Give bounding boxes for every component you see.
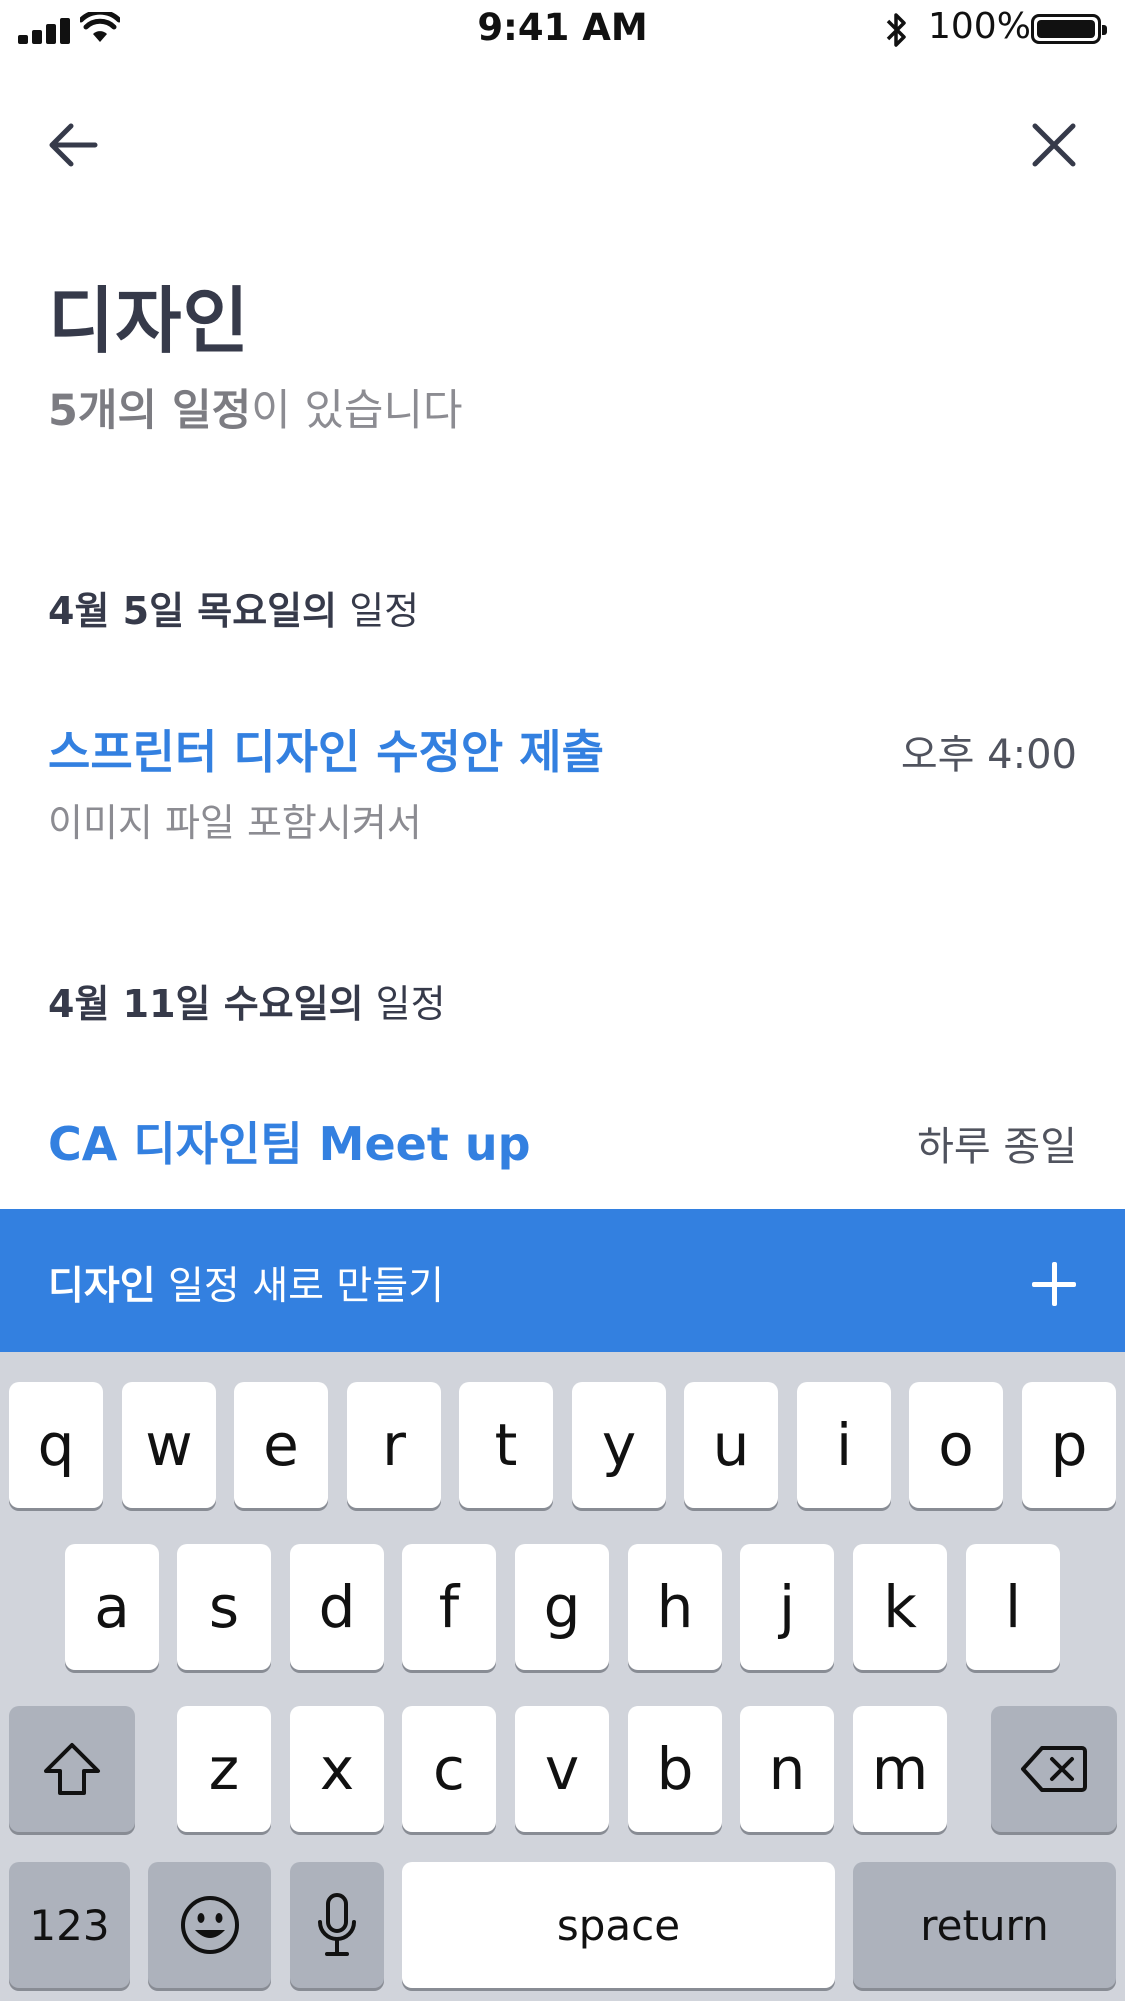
key-b[interactable]: b — [628, 1706, 722, 1832]
microphone-icon — [318, 1893, 356, 1956]
bluetooth-icon — [886, 13, 906, 47]
key-d[interactable]: d — [290, 1544, 384, 1670]
emoji-icon — [180, 1896, 239, 1954]
emoji-key[interactable] — [148, 1862, 271, 1988]
date-heading: 4월 5일 목요일의 일정 — [48, 580, 419, 635]
key-p[interactable]: p — [1022, 1382, 1116, 1508]
return-key[interactable]: return — [853, 1862, 1116, 1988]
close-icon — [1032, 123, 1076, 167]
key-c[interactable]: c — [402, 1706, 496, 1832]
key-h[interactable]: h — [628, 1544, 722, 1670]
event-title[interactable]: 스프린터 디자인 수정안 제출 — [48, 716, 604, 782]
date-heading-date: 4월 5일 목요일의 — [48, 589, 338, 633]
date-heading: 4월 11일 수요일의 일정 — [48, 973, 446, 1028]
key-k[interactable]: k — [853, 1544, 947, 1670]
space-key[interactable]: space — [402, 1862, 835, 1988]
create-event-label: 디자인 일정 새로 만들기 — [48, 1255, 444, 1311]
event-time: 오후 4:00 — [900, 732, 1077, 778]
close-button[interactable] — [1019, 110, 1089, 180]
event-count-subtitle: 5개의 일정이 있습니다 — [48, 376, 463, 438]
key-x[interactable]: x — [290, 1706, 384, 1832]
event-count: 5개의 일정 — [48, 386, 252, 436]
numbers-key[interactable]: 123 — [9, 1862, 130, 1988]
key-i[interactable]: i — [797, 1382, 891, 1508]
key-e[interactable]: e — [234, 1382, 328, 1508]
key-l[interactable]: l — [966, 1544, 1060, 1670]
shift-icon — [44, 1743, 100, 1795]
plus-icon[interactable] — [1032, 1262, 1076, 1306]
key-q[interactable]: q — [9, 1382, 103, 1508]
back-button[interactable] — [38, 110, 108, 180]
backspace-icon — [1021, 1746, 1087, 1792]
create-event-text: 일정 새로 만들기 — [155, 1264, 444, 1309]
battery-icon — [1031, 14, 1107, 44]
key-f[interactable]: f — [402, 1544, 496, 1670]
arrow-left-icon — [49, 123, 98, 167]
date-heading-suffix: 일정 — [337, 589, 420, 633]
page-title: 디자인 — [48, 279, 250, 363]
key-m[interactable]: m — [853, 1706, 947, 1832]
event-time: 하루 종일 — [917, 1124, 1077, 1170]
key-w[interactable]: w — [122, 1382, 216, 1508]
date-heading-date: 4월 11일 수요일의 — [48, 982, 364, 1026]
key-a[interactable]: a — [65, 1544, 159, 1670]
key-s[interactable]: s — [177, 1544, 271, 1670]
event-note: 이미지 파일 포함시켜서 — [48, 801, 422, 845]
date-heading-suffix: 일정 — [363, 982, 446, 1026]
key-o[interactable]: o — [909, 1382, 1003, 1508]
key-g[interactable]: g — [515, 1544, 609, 1670]
key-v[interactable]: v — [515, 1706, 609, 1832]
battery-percentage: 100% — [928, 6, 1031, 47]
key-u[interactable]: u — [684, 1382, 778, 1508]
event-title[interactable]: CA 디자인팀 Meet up — [48, 1108, 531, 1174]
key-n[interactable]: n — [740, 1706, 834, 1832]
key-z[interactable]: z — [177, 1706, 271, 1832]
key-y[interactable]: y — [572, 1382, 666, 1508]
key-t[interactable]: t — [459, 1382, 553, 1508]
status-bar: 9:41 AM 100% — [0, 0, 1125, 62]
backspace-key[interactable] — [991, 1706, 1117, 1832]
key-j[interactable]: j — [740, 1544, 834, 1670]
create-event-bar[interactable]: 디자인 일정 새로 만들기 — [0, 1209, 1125, 1352]
dictation-key[interactable] — [290, 1862, 384, 1988]
keyboard: q w e r t y u i o p a s d f g h j k l z … — [0, 1352, 1125, 2001]
key-r[interactable]: r — [347, 1382, 441, 1508]
create-event-category: 디자인 — [48, 1264, 156, 1309]
subtitle-suffix: 이 있습니다 — [251, 386, 463, 436]
shift-key[interactable] — [9, 1706, 135, 1832]
